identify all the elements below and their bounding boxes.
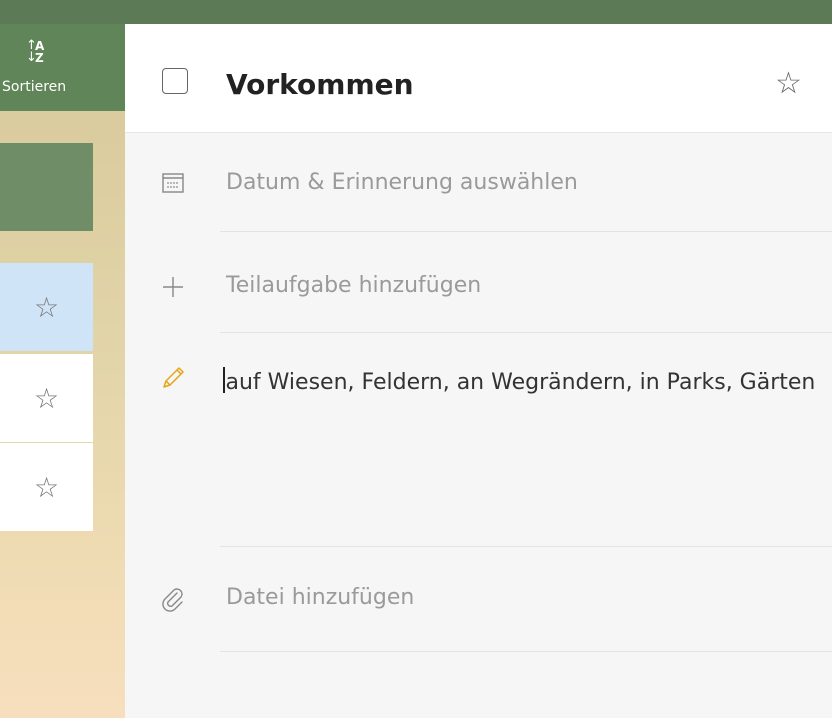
note-textarea[interactable]: auf Wiesen, Feldern, an Wegrändern, in P… <box>223 366 823 400</box>
add-file-row[interactable]: Datei hinzufügen <box>125 547 832 650</box>
calendar-icon <box>158 168 188 198</box>
add-subtask-row[interactable]: Teilaufgabe hinzufügen <box>125 232 832 335</box>
task-list-panel: ↑ A ↓ Z Sortieren ☆ ☆ ☆ <box>0 24 125 718</box>
task-detail-pane: Vorkommen ☆ Datum & Erinnerung auswählen… <box>125 24 832 718</box>
divider <box>220 332 832 333</box>
task-title[interactable]: Vorkommen <box>226 68 414 102</box>
window-top-bar <box>0 0 832 24</box>
add-subtask-label: Teilaufgabe hinzufügen <box>226 273 482 298</box>
task-header: Vorkommen ☆ <box>125 24 832 133</box>
task-complete-checkbox[interactable] <box>162 68 188 94</box>
reminder-row[interactable]: Datum & Erinnerung auswählen <box>125 132 832 235</box>
add-file-label: Datei hinzufügen <box>226 585 415 610</box>
reminder-label: Datum & Erinnerung auswählen <box>226 170 578 195</box>
paperclip-icon <box>158 584 188 614</box>
star-outline-icon[interactable]: ☆ <box>775 66 802 101</box>
list-item[interactable]: ☆ <box>0 443 93 531</box>
list-item[interactable]: ☆ <box>0 354 93 442</box>
star-outline-icon[interactable]: ☆ <box>34 291 59 324</box>
plus-icon <box>158 272 188 302</box>
list-item-selected[interactable]: ☆ <box>0 263 93 351</box>
star-outline-icon[interactable]: ☆ <box>34 471 59 504</box>
sort-button-label[interactable]: Sortieren <box>0 79 98 95</box>
pencil-icon <box>158 363 188 393</box>
text-caret <box>223 367 225 393</box>
sort-az-icon[interactable]: ↑ A ↓ Z <box>26 39 54 66</box>
note-text: auf Wiesen, Feldern, an Wegrändern, in P… <box>225 370 816 395</box>
divider <box>220 651 832 652</box>
list-header-block <box>0 143 93 231</box>
sort-toolbar[interactable]: ↑ A ↓ Z Sortieren <box>0 24 125 111</box>
star-outline-icon[interactable]: ☆ <box>34 382 59 415</box>
